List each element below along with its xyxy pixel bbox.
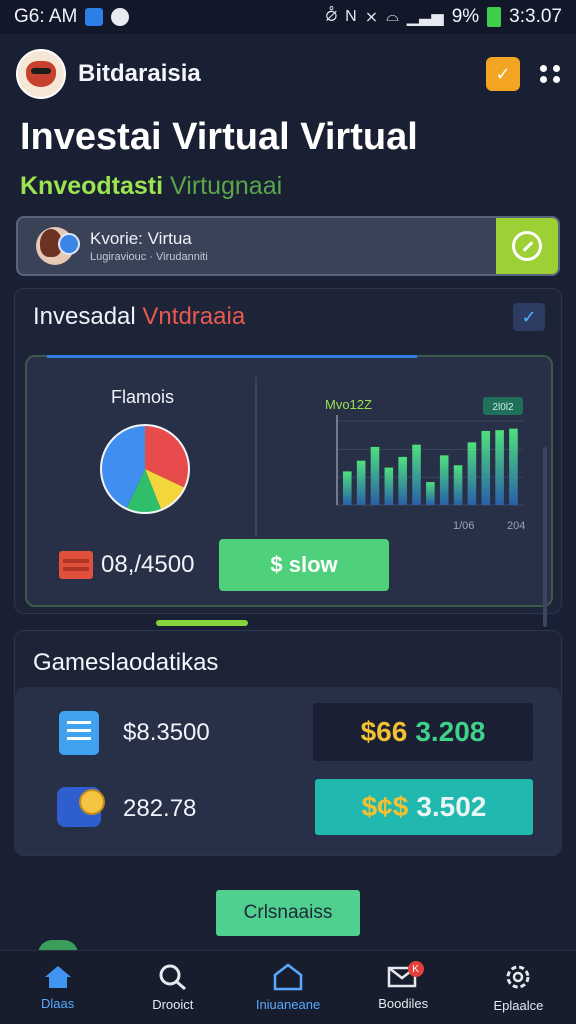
chart-bar bbox=[398, 456, 407, 505]
chart-divider bbox=[255, 377, 257, 537]
wifi-icon: ⌓ bbox=[386, 8, 399, 25]
photo-icon bbox=[85, 8, 104, 26]
profile-action-button[interactable] bbox=[496, 218, 558, 274]
nav-label: Eplaalce bbox=[493, 998, 544, 1013]
investment-panel: Invesadal Vntdraaia ✓ Flamois Mvo12Z 2l0l… bbox=[14, 288, 562, 627]
checkmark-icon[interactable]: ✓ bbox=[513, 303, 545, 331]
coin-wallet-icon bbox=[57, 787, 105, 827]
bar-chart: Mvo12Z 2l0l2 1/06 204 bbox=[325, 397, 525, 532]
signal-icon: ⨯ bbox=[364, 9, 379, 26]
notification-badge: K bbox=[407, 961, 424, 977]
chart-bar bbox=[495, 430, 504, 505]
bar-chart-title: Mvo12Z bbox=[325, 397, 372, 412]
nav-label: Boodiles bbox=[378, 996, 429, 1011]
vibrate-icon: ⦲ bbox=[325, 8, 338, 25]
pie-chart-label: Flamois bbox=[111, 387, 175, 407]
profile-card[interactable]: Kvorie: Virtua Lugiraviouc · Virudanniti bbox=[16, 216, 560, 276]
search-icon bbox=[159, 964, 186, 991]
nav-item-home[interactable]: Dlaas bbox=[0, 951, 115, 1024]
kebab-menu-icon[interactable] bbox=[540, 65, 560, 83]
document-stack-icon bbox=[59, 711, 99, 755]
investment-title-white: Invesadal bbox=[33, 303, 136, 330]
amount-value: 08,/4500 bbox=[101, 551, 195, 578]
page-subtitle: Knveodtasti Virtugnaai bbox=[20, 172, 282, 201]
nav-item-house[interactable]: Iniuaneane bbox=[230, 951, 345, 1024]
v-badge-icon[interactable]: ✓ bbox=[486, 57, 520, 91]
check-circle-icon bbox=[512, 231, 542, 261]
nav-label: Dlaas bbox=[40, 996, 75, 1011]
nav-item-search[interactable]: Drooict bbox=[115, 951, 230, 1024]
nfc-icon: N bbox=[345, 8, 357, 25]
ghost-icon bbox=[111, 8, 130, 26]
chart-bar bbox=[453, 465, 463, 505]
nav-item-settings[interactable]: Eplaalce bbox=[461, 951, 576, 1024]
house-outline-icon bbox=[273, 963, 303, 991]
subtitle-primary: Knveodtasti bbox=[20, 172, 164, 200]
games-list: $8.3500 $66 3.208 282.78 $¢$ 3.502 bbox=[15, 687, 561, 855]
chart-bar bbox=[384, 467, 394, 505]
battery-icon bbox=[487, 7, 502, 27]
show-button[interactable]: $ slow bbox=[219, 539, 389, 591]
wallet-icon bbox=[59, 551, 93, 579]
card-progress-line bbox=[47, 355, 417, 358]
avatar[interactable] bbox=[16, 49, 66, 99]
chart-bar bbox=[426, 482, 435, 505]
games-panel-title: Gameslaodatikas bbox=[33, 649, 219, 676]
chart-bar bbox=[439, 455, 449, 505]
settings-icon bbox=[506, 965, 530, 989]
list-item[interactable]: 282.78 $¢$ 3.502 bbox=[15, 779, 561, 839]
chart-bar bbox=[481, 430, 491, 505]
chart-bar bbox=[467, 442, 477, 505]
chart-bar bbox=[412, 444, 421, 505]
chart-bar bbox=[370, 446, 380, 505]
investment-chart-card: Flamois Mvo12Z 2l0l2 1/06 204 08,/4500 $ sl… bbox=[25, 355, 553, 627]
list-item[interactable]: $8.3500 $66 3.208 bbox=[15, 703, 561, 763]
cta-button[interactable]: Crlsnaaiss bbox=[216, 890, 360, 936]
app-brand: Bitdaraisia bbox=[78, 60, 201, 87]
nav-label: Drooict bbox=[152, 997, 194, 1012]
nav-item-mail[interactable]: K Boodiles bbox=[346, 951, 461, 1024]
chart-bar bbox=[509, 428, 518, 505]
status-clock: 3:3.07 bbox=[509, 6, 562, 27]
list-item-amount-box[interactable]: $¢$ 3.502 bbox=[315, 779, 533, 835]
status-bar: G6: AM ⦲ N ⨯ ⌓ ▁▃▅ 9% 3:3.07 bbox=[0, 0, 576, 34]
chart-bar bbox=[356, 460, 366, 505]
page-indicator bbox=[156, 620, 248, 626]
amount-number: 3.502 bbox=[416, 791, 487, 822]
cell-signal-icon: ▁▃▅ bbox=[406, 9, 444, 26]
investment-title-red: Vntdraaia bbox=[142, 303, 246, 330]
list-item-amount-box[interactable]: $66 3.208 bbox=[313, 703, 533, 761]
list-item-value: $8.3500 bbox=[123, 719, 210, 746]
games-panel: Gameslaodatikas $8.3500 $66 3.208 282.78… bbox=[14, 630, 562, 856]
mascot-icon bbox=[26, 61, 56, 87]
scrollbar[interactable] bbox=[543, 447, 547, 627]
amount-symbol: $66 bbox=[360, 716, 408, 747]
bottom-nav: Dlaas Drooict Iniuaneane K Boodiles Epla… bbox=[0, 950, 576, 1024]
nav-label: Iniuaneane bbox=[255, 997, 321, 1012]
pie-chart bbox=[100, 424, 190, 514]
profile-subtitle: Lugiraviouc · Virudanniti bbox=[90, 251, 208, 263]
page-title: Investai Virtual Virtual bbox=[20, 116, 418, 158]
subtitle-secondary: Virtugnaai bbox=[170, 172, 283, 200]
profile-avatar bbox=[36, 227, 80, 265]
list-item-value: 282.78 bbox=[123, 795, 197, 822]
chart-bar bbox=[343, 471, 352, 505]
investment-panel-title: Invesadal Vntdraaia bbox=[33, 303, 245, 331]
bar-chart-tag: 2l0l2 bbox=[492, 402, 514, 413]
home-icon bbox=[44, 966, 71, 988]
app-bar: Bitdaraisia ✓ bbox=[0, 34, 576, 114]
x-tick-label: 204 bbox=[507, 520, 525, 532]
amount-symbol: $¢$ bbox=[361, 791, 409, 822]
battery-percent: 9% bbox=[451, 6, 480, 27]
profile-name: Kvorie: Virtua bbox=[90, 229, 192, 248]
x-tick-label: 1/06 bbox=[453, 520, 474, 532]
amount-row: 08,/4500 bbox=[59, 551, 194, 579]
status-time: G6: AM bbox=[14, 6, 78, 27]
amount-number: 3.208 bbox=[415, 716, 486, 747]
